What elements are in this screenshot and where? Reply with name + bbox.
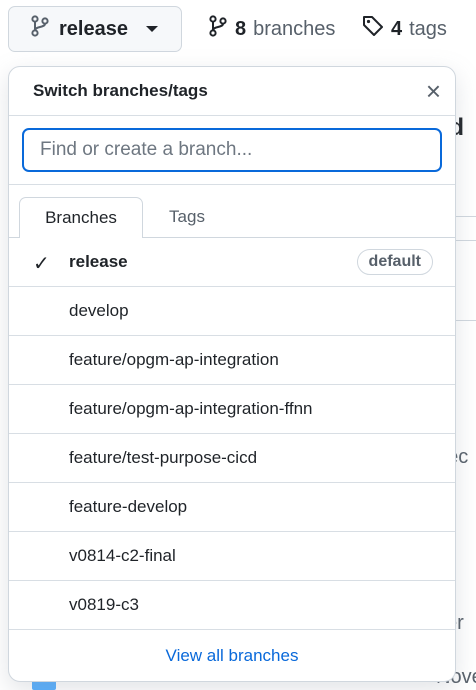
branch-item[interactable]: feature/test-purpose-cicd xyxy=(9,434,455,483)
branch-search-input[interactable] xyxy=(22,128,442,172)
branch-item[interactable]: feature/opgm-ap-integration-ffnn xyxy=(9,385,455,434)
branch-name: feature/opgm-ap-integration xyxy=(69,350,279,369)
tab-bar: Branches Tags xyxy=(9,185,455,238)
panel-footer: View all branches xyxy=(9,630,455,681)
branch-name: develop xyxy=(69,301,129,320)
default-badge: default xyxy=(356,249,433,275)
branch-switcher-panel: Switch branches/tags × Branches Tags ✓ r… xyxy=(8,66,456,682)
branch-select-button[interactable]: release xyxy=(8,6,182,52)
branch-name: feature/opgm-ap-integration-ffnn xyxy=(69,399,313,418)
search-wrapper xyxy=(9,116,455,185)
current-branch-label: release xyxy=(59,17,128,40)
branches-count: 8 xyxy=(235,17,247,40)
tag-icon xyxy=(362,15,384,43)
branch-name: v0819-c3 xyxy=(69,595,139,614)
git-branch-icon xyxy=(31,15,49,43)
tab-tags[interactable]: Tags xyxy=(159,197,215,237)
git-branch-icon xyxy=(208,15,228,43)
branches-link[interactable]: 8 branches xyxy=(208,15,335,43)
branch-item[interactable]: feature-develop xyxy=(9,483,455,532)
branches-label: branches xyxy=(253,17,336,40)
branch-item[interactable]: feature/opgm-ap-integration xyxy=(9,336,455,385)
branch-name: feature-develop xyxy=(69,497,188,516)
check-icon: ✓ xyxy=(33,253,50,275)
branch-item[interactable]: v0814-c2-final xyxy=(9,532,455,581)
branch-name: feature/test-purpose-cicd xyxy=(69,448,258,467)
panel-title: Switch branches/tags xyxy=(33,81,208,100)
branch-item[interactable]: v0819-c3 xyxy=(9,581,455,630)
tags-link[interactable]: 4 tags xyxy=(362,15,447,43)
tags-count: 4 xyxy=(391,17,403,40)
panel-header: Switch branches/tags × xyxy=(9,67,455,116)
branch-name: release xyxy=(69,252,128,271)
branch-list: ✓ release default develop feature/opgm-a… xyxy=(9,238,455,630)
close-icon[interactable]: × xyxy=(426,78,441,104)
tab-branches[interactable]: Branches xyxy=(19,197,143,238)
branch-item-release[interactable]: ✓ release default xyxy=(9,238,455,287)
branch-name: v0814-c2-final xyxy=(69,546,176,565)
view-all-branches-link[interactable]: View all branches xyxy=(166,646,299,666)
chevron-down-icon xyxy=(145,26,158,32)
branch-item[interactable]: develop xyxy=(9,287,455,336)
tags-label: tags xyxy=(409,17,447,40)
